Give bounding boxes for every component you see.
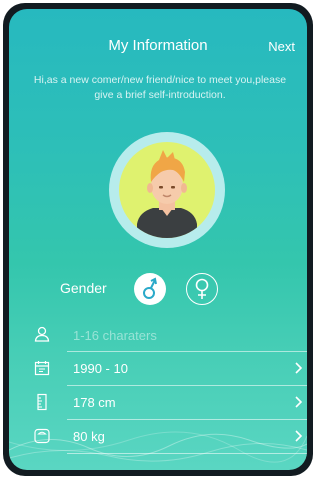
page-title: My Information — [108, 37, 208, 54]
nickname-row — [23, 318, 307, 352]
calendar-icon — [34, 361, 50, 376]
gender-female-button[interactable] — [186, 273, 218, 305]
gender-male-button[interactable] — [134, 273, 166, 305]
gender-label: Gender — [60, 280, 107, 296]
screen: My Information Next Hi,as a new comer/ne… — [9, 9, 307, 470]
header: My Information Next — [9, 37, 307, 65]
phone-frame: My Information Next Hi,as a new comer/ne… — [3, 3, 313, 476]
intro-text: Hi,as a new comer/new friend/nice to mee… — [33, 74, 287, 101]
chevron-right-icon — [295, 362, 303, 374]
avatar[interactable] — [119, 142, 215, 238]
female-icon — [195, 278, 209, 299]
next-button[interactable]: Next — [268, 39, 295, 54]
gender-row: Gender — [9, 271, 307, 307]
birthday-row[interactable]: 1990 - 10 — [23, 352, 307, 386]
male-icon — [143, 277, 157, 299]
person-avatar-icon — [137, 150, 197, 238]
nickname-input[interactable] — [73, 325, 273, 345]
wave-decoration — [9, 431, 307, 463]
birthday-value: 1990 - 10 — [73, 361, 128, 376]
user-icon — [34, 326, 50, 342]
